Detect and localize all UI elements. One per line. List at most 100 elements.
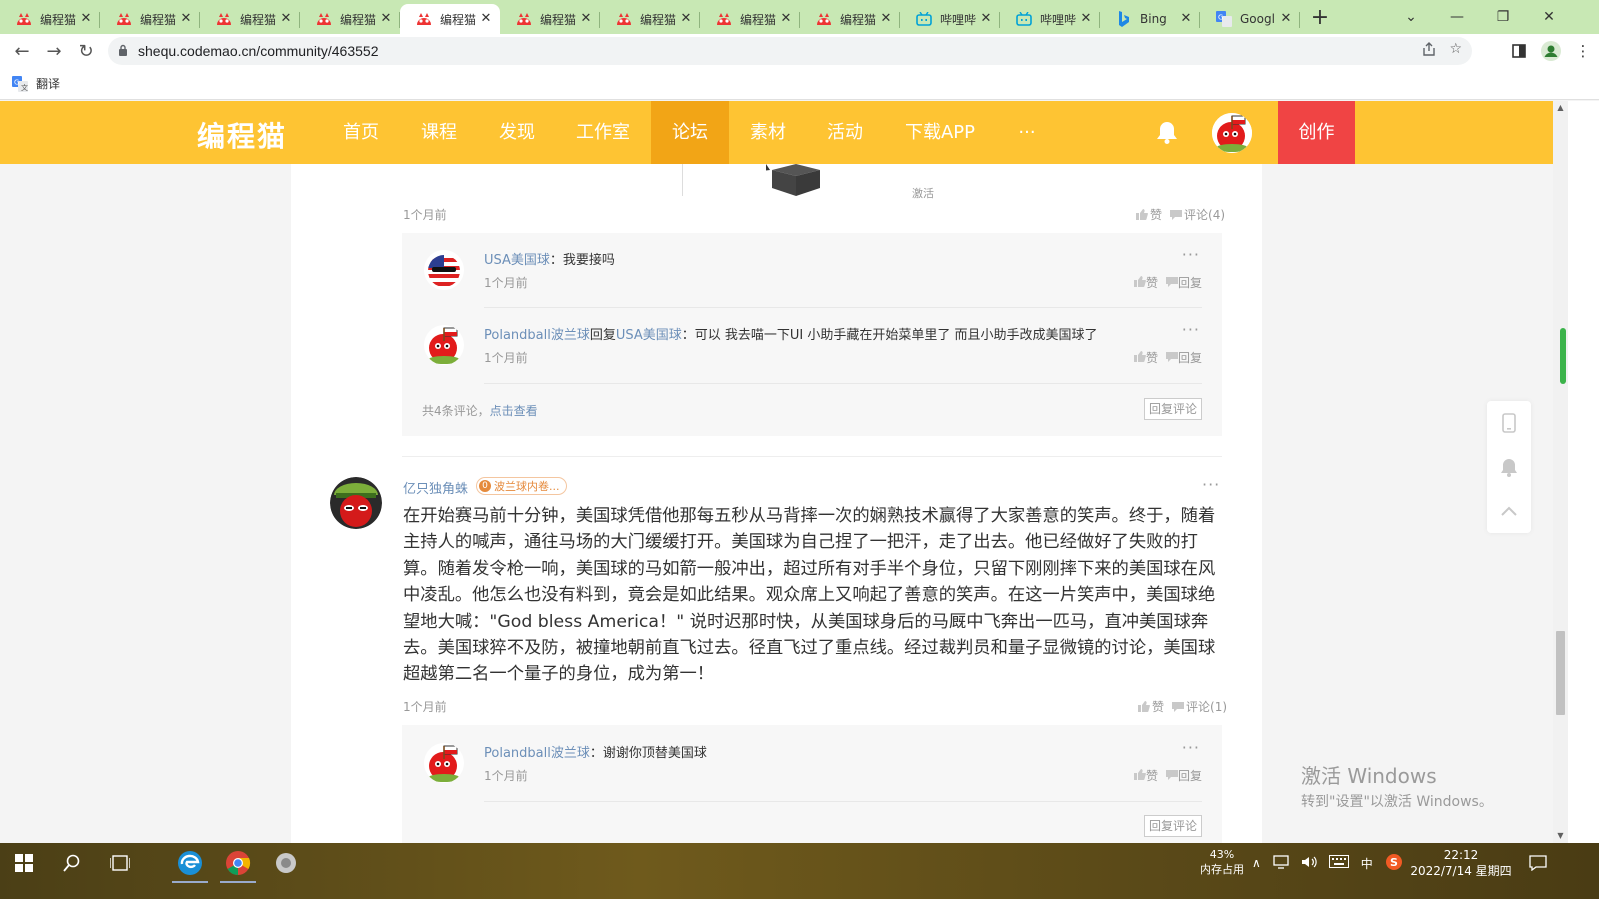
search-icon[interactable] [48,843,96,883]
nav-item[interactable]: 素材 [729,101,807,164]
browser-tab[interactable]: 编程猫 ✕ [400,4,500,34]
task-view-icon[interactable] [96,843,144,883]
memory-usage[interactable]: 43% 内存占用 [1196,847,1248,877]
reply-author[interactable]: USA美国球 [484,253,550,268]
system-clock[interactable]: 22:12 2022/7/14 星期四 [1410,847,1512,879]
address-bar[interactable]: shequ.codemao.cn/community/463552 ☆ [108,37,1472,65]
app-icon[interactable] [262,843,310,883]
reply-target[interactable]: USA美国球 [616,328,682,343]
like-button[interactable]: 赞 [1136,206,1162,223]
comment-author[interactable]: 亿只独角蛛 [403,478,468,497]
reply-button[interactable]: 回复 [1165,767,1202,784]
avatar[interactable] [424,250,464,290]
reply-author[interactable]: Polandball波兰球 [484,746,590,761]
tab-close-icon[interactable]: ✕ [878,11,894,27]
tab-close-icon[interactable]: ✕ [578,11,594,27]
notification-center-icon[interactable] [1514,843,1562,883]
browser-tab[interactable]: 编程猫 ✕ [800,4,900,34]
tab-close-icon[interactable]: ✕ [178,11,194,27]
browser-tab[interactable]: G Googl ✕ [1200,4,1300,34]
nav-item[interactable]: 课程 [406,101,472,164]
reply-author[interactable]: Polandball波兰球 [484,328,590,343]
reply-comment-button[interactable]: 回复评论 [1144,815,1202,837]
restore-icon[interactable]: ❐ [1480,0,1526,34]
browser-tab[interactable]: 编程猫 ✕ [600,4,700,34]
like-button[interactable]: 赞 [1133,349,1158,366]
reply-button[interactable]: 回复 [1165,349,1202,366]
reply-more-button[interactable]: ··· [1182,245,1200,264]
reply-more-button[interactable]: ··· [1182,320,1200,339]
browser-tab[interactable]: 编程猫 ✕ [700,4,800,34]
like-button[interactable]: 赞 [1133,767,1158,784]
tab-search-icon[interactable]: ⌄ [1388,0,1434,34]
minimize-icon[interactable]: — [1434,0,1480,34]
browser-tab[interactable]: 哔哩哔 ✕ [1000,4,1100,34]
tab-close-icon[interactable]: ✕ [778,11,794,27]
phone-icon[interactable] [1487,401,1531,445]
browser-tab[interactable]: 编程猫 ✕ [300,4,400,34]
browser-tab[interactable]: 编程猫 ✕ [0,4,100,34]
notification-bell-icon[interactable] [1156,120,1178,144]
user-badge[interactable]: 0 波兰球内卷... [476,477,567,495]
tray-overflow-icon[interactable]: ∧ [1252,856,1261,870]
volume-icon[interactable] [1301,855,1317,872]
new-tab-button[interactable]: + [1304,4,1336,34]
nav-item[interactable]: 首页 [330,101,392,164]
browser-tab[interactable]: 哔哩哔 ✕ [900,4,1000,34]
tab-close-icon[interactable]: ✕ [978,11,994,27]
chrome-icon[interactable] [214,843,262,883]
avatar[interactable] [424,743,464,783]
user-avatar[interactable] [1212,113,1252,153]
profile-icon[interactable] [1535,35,1567,67]
windows-start-icon[interactable] [0,843,48,883]
scroll-up-icon[interactable]: ▲ [1553,101,1568,115]
tab-close-icon[interactable]: ✕ [378,11,394,27]
scroll-down-icon[interactable]: ▼ [1553,829,1568,843]
comment-avatar[interactable] [330,477,382,529]
forward-icon[interactable]: → [38,35,70,67]
like-button[interactable]: 赞 [1138,698,1164,715]
nav-item[interactable]: 工作室 [562,101,644,164]
bookmark-translate[interactable]: G文 翻译 [12,75,60,92]
comment-more-button[interactable]: ··· [1202,475,1220,494]
comment-button[interactable]: 评论(4) [1170,206,1225,223]
reload-icon[interactable]: ↻ [70,35,102,67]
nav-item[interactable]: 活动 [808,101,882,164]
network-icon[interactable] [1273,854,1289,872]
tab-close-icon[interactable]: ✕ [78,11,94,27]
tab-close-icon[interactable]: ✕ [678,11,694,27]
nav-item[interactable]: 发现 [484,101,550,164]
back-to-top-icon[interactable] [1487,489,1531,533]
bookmark-star-icon[interactable]: ☆ [1449,41,1462,61]
nav-item[interactable]: 下载APP [885,101,995,164]
tab-close-icon[interactable]: ✕ [1078,11,1094,27]
menu-kebab-icon[interactable]: ⋮ [1567,35,1599,67]
view-all-link[interactable]: 点击查看 [490,404,538,418]
nav-item[interactable]: 论坛 [651,101,729,164]
page-scrollbar[interactable]: ▲ ▼ [1553,101,1568,843]
keyboard-icon[interactable] [1328,855,1349,871]
comment-button[interactable]: 评论(1) [1172,698,1227,715]
nav-item[interactable]: ··· [1004,101,1050,164]
tab-close-icon[interactable]: ✕ [478,11,494,27]
like-button[interactable]: 赞 [1133,274,1158,291]
tab-close-icon[interactable]: ✕ [278,11,294,27]
scrollbar-thumb[interactable] [1556,631,1565,715]
reply-more-button[interactable]: ··· [1182,738,1200,757]
site-logo[interactable]: 编程猫 [197,115,287,155]
browser-tab[interactable]: 编程猫 ✕ [500,4,600,34]
back-icon[interactable]: ← [6,35,38,67]
share-icon[interactable] [1421,41,1437,61]
create-button[interactable]: 创作 [1278,101,1355,164]
sogou-ime-icon[interactable]: S [1385,853,1403,874]
avatar[interactable] [424,325,464,365]
browser-tab[interactable]: Bing ✕ [1100,4,1200,34]
lock-icon[interactable] [108,44,138,59]
edge-browser-icon[interactable] [166,843,214,883]
tab-close-icon[interactable]: ✕ [1178,11,1194,27]
side-panel-icon[interactable] [1503,35,1535,67]
reply-comment-button[interactable]: 回复评论 [1144,398,1202,420]
close-window-icon[interactable]: ✕ [1526,0,1572,34]
reply-button[interactable]: 回复 [1165,274,1202,291]
tab-close-icon[interactable]: ✕ [1278,11,1294,27]
